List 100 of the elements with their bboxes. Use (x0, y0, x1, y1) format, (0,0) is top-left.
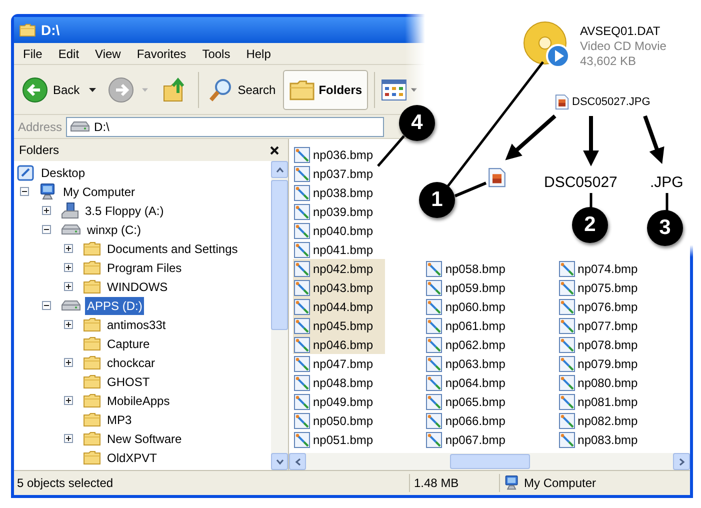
back-button[interactable]: Back (20, 70, 98, 108)
bmp-entry[interactable]: np047.bmp (293, 354, 385, 373)
expand-box-icon[interactable] (64, 244, 73, 253)
bmp-entry[interactable]: np046.bmp (293, 335, 385, 354)
tree-item[interactable]: My Computer (61, 182, 138, 200)
bmp-entry[interactable]: np061.bmp (425, 316, 518, 335)
close-icon[interactable] (270, 146, 279, 154)
tree-item[interactable]: chockcar (105, 354, 158, 372)
tree-item[interactable]: Documents and Settings (105, 240, 240, 258)
bmp-entry[interactable]: np065.bmp (425, 392, 518, 411)
tree-item[interactable]: winxp (C:) (85, 220, 144, 238)
tree-item[interactable]: Program Files (105, 258, 184, 276)
bmp-entry[interactable]: np064.bmp (425, 373, 518, 392)
bmp-entry[interactable]: np066.bmp (425, 411, 518, 430)
menu-item[interactable]: Favorites (130, 44, 192, 62)
expand-box-icon[interactable] (64, 434, 73, 443)
bitmap-file-icon (558, 318, 575, 334)
folder-icon (83, 279, 101, 294)
drive-icon (70, 120, 90, 132)
tree-item[interactable]: GHOST (105, 372, 152, 390)
bmp-entry[interactable]: np048.bmp (293, 373, 385, 392)
scroll-right-button[interactable] (673, 453, 690, 470)
views-icon[interactable] (381, 78, 408, 100)
search-button[interactable]: Search (204, 70, 279, 108)
bmp-entry[interactable]: np051.bmp (293, 430, 385, 449)
bmp-entry[interactable]: np037.bmp (293, 164, 385, 183)
bmp-entry[interactable]: np079.bmp (558, 354, 650, 373)
tree-item[interactable]: antimos33t (105, 316, 168, 334)
bmp-entry[interactable]: np075.bmp (558, 278, 650, 297)
bmp-entry[interactable]: np050.bmp (293, 411, 385, 430)
window-title: D:\ (41, 20, 60, 40)
address-field[interactable]: D:\ (66, 116, 384, 136)
bmp-entry[interactable]: np058.bmp (425, 259, 518, 278)
tree-item[interactable]: MobileApps (105, 392, 172, 410)
expand-box-icon[interactable] (64, 282, 73, 291)
folder-icon (83, 241, 101, 256)
menu-item[interactable]: Tools (196, 44, 236, 62)
menu-item[interactable]: Help (240, 44, 277, 62)
bmp-entry[interactable]: np038.bmp (293, 183, 385, 202)
menu-item[interactable]: File (17, 44, 48, 62)
expand-box-icon[interactable] (64, 358, 73, 367)
expand-box-icon[interactable] (42, 206, 51, 215)
tree-item[interactable]: New Software (105, 430, 184, 448)
tree-item[interactable]: APPS (D:) (85, 296, 144, 314)
bmp-entry[interactable]: np078.bmp (558, 335, 650, 354)
bmp-entry[interactable]: np060.bmp (425, 297, 518, 316)
bmp-entry[interactable]: np041.bmp (293, 240, 385, 259)
chevron-left-icon (294, 458, 302, 466)
tree-item[interactable]: MP3 (105, 410, 134, 428)
window-folder-icon (19, 23, 36, 37)
bitmap-file-icon (294, 298, 310, 314)
bmp-entry[interactable]: np040.bmp (293, 221, 385, 240)
bmp-entry[interactable]: np042.bmp (293, 259, 385, 278)
bmp-entry[interactable]: np067.bmp (425, 430, 518, 449)
folder-icon (83, 450, 101, 465)
image-file-icon (555, 94, 569, 110)
folder-icon (83, 317, 101, 332)
vertical-scrollbar[interactable] (271, 161, 288, 470)
scroll-left-button[interactable] (289, 453, 306, 470)
folder-icon (83, 355, 101, 370)
tree-item[interactable]: OldXPVT (105, 448, 160, 466)
expand-box-icon[interactable] (64, 263, 73, 272)
bmp-entry[interactable]: np074.bmp (558, 259, 650, 278)
tree-item[interactable]: Desktop (39, 164, 88, 182)
bmp-entry[interactable]: np081.bmp (558, 392, 650, 411)
bitmap-file-icon (294, 336, 310, 352)
bmp-entry[interactable]: np063.bmp (425, 354, 518, 373)
leader-line (590, 193, 592, 209)
expand-box-icon[interactable] (64, 396, 73, 405)
horizontal-scrollbar[interactable] (289, 453, 690, 470)
tree-item[interactable]: WINDOWS (105, 278, 170, 296)
tree-item[interactable]: 3.5 Floppy (A:) (83, 202, 166, 220)
expand-box-icon[interactable] (64, 320, 73, 329)
collapse-box-icon[interactable] (42, 301, 51, 310)
bmp-entry[interactable]: np080.bmp (558, 373, 650, 392)
bmp-entry[interactable]: np045.bmp (293, 316, 385, 335)
bmp-entry[interactable]: np083.bmp (558, 430, 650, 449)
menu-item[interactable]: Edit (52, 44, 86, 62)
scroll-up-button[interactable] (271, 161, 288, 178)
bmp-entry[interactable]: np043.bmp (293, 278, 385, 297)
collapse-box-icon[interactable] (42, 225, 51, 234)
folders-button[interactable]: Folders (282, 70, 368, 110)
bmp-entry[interactable]: np036.bmp (293, 145, 385, 164)
tree-item[interactable]: Capture (105, 334, 152, 352)
caret-icon (411, 88, 418, 92)
bmp-entry[interactable]: np039.bmp (293, 202, 385, 221)
bitmap-file-icon (558, 432, 575, 448)
bmp-entry[interactable]: np082.bmp (558, 411, 650, 430)
bmp-entry[interactable]: np044.bmp (293, 297, 385, 316)
bmp-entry[interactable]: np077.bmp (558, 316, 650, 335)
bitmap-file-icon (426, 336, 442, 352)
bmp-entry[interactable]: np076.bmp (558, 297, 650, 316)
bmp-entry[interactable]: np062.bmp (425, 335, 518, 354)
menu-item[interactable]: View (89, 44, 127, 62)
search-icon (208, 76, 234, 102)
bitmap-file-icon (294, 204, 310, 220)
bmp-entry[interactable]: np059.bmp (425, 278, 518, 297)
collapse-box-icon[interactable] (20, 187, 29, 196)
bmp-entry[interactable]: np049.bmp (293, 392, 385, 411)
scroll-down-button[interactable] (271, 453, 288, 470)
